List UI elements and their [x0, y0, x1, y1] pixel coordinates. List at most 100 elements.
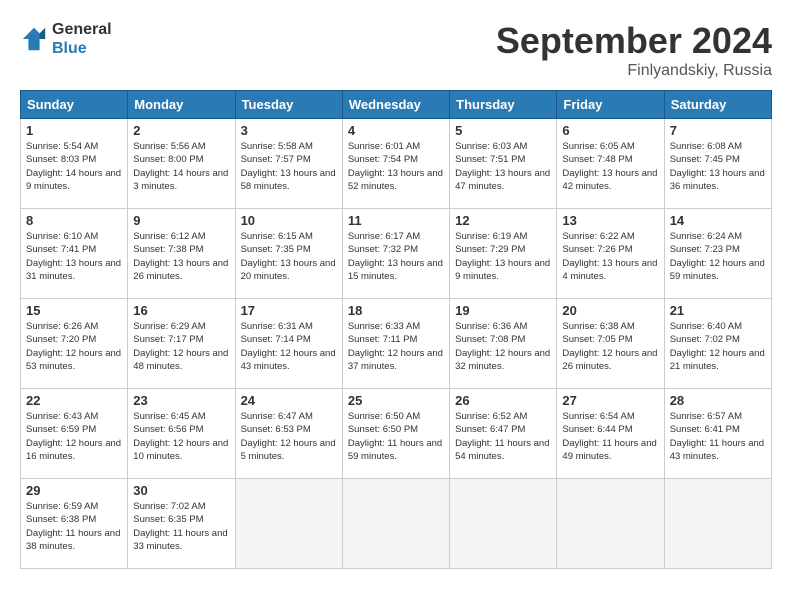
- calendar-cell: 30 Sunrise: 7:02 AMSunset: 6:35 PMDayligh…: [128, 479, 235, 569]
- day-header-saturday: Saturday: [664, 91, 771, 119]
- calendar-cell: 26 Sunrise: 6:52 AMSunset: 6:47 PMDayligh…: [450, 389, 557, 479]
- calendar-cell: 25Sunrise: 6:50 AMSunset: 6:50 PMDayligh…: [342, 389, 449, 479]
- page-header: General Blue September 2024 Finlyandskiy…: [20, 20, 772, 80]
- day-header-sunday: Sunday: [21, 91, 128, 119]
- day-info: Sunrise: 6:57 AMSunset: 6:41 PMDaylight:…: [670, 410, 766, 463]
- calendar-cell: 13 Sunrise: 6:22 AMSunset: 7:26 PMDayligh…: [557, 209, 664, 299]
- day-number: 29: [26, 483, 122, 498]
- calendar-week-5: 29 Sunrise: 6:59 AMSunset: 6:38 PMDayligh…: [21, 479, 772, 569]
- day-number: 7: [670, 123, 766, 138]
- day-number: 5: [455, 123, 551, 138]
- calendar-cell: 19 Sunrise: 6:36 AMSunset: 7:08 PMDayligh…: [450, 299, 557, 389]
- calendar-cell: 21Sunrise: 6:40 AMSunset: 7:02 PMDayligh…: [664, 299, 771, 389]
- day-info: Sunrise: 6:19 AMSunset: 7:29 PMDaylight:…: [455, 230, 551, 283]
- day-number: 11: [348, 213, 444, 228]
- day-info: Sunrise: 7:02 AMSunset: 6:35 PMDaylight:…: [133, 500, 229, 553]
- calendar-cell: 27 Sunrise: 6:54 AMSunset: 6:44 PMDayligh…: [557, 389, 664, 479]
- day-number: 24: [241, 393, 337, 408]
- day-info: Sunrise: 6:52 AMSunset: 6:47 PMDaylight:…: [455, 410, 551, 463]
- calendar-week-3: 15 Sunrise: 6:26 AMSunset: 7:20 PMDayligh…: [21, 299, 772, 389]
- calendar-cell: 24 Sunrise: 6:47 AMSunset: 6:53 PMDayligh…: [235, 389, 342, 479]
- day-number: 12: [455, 213, 551, 228]
- day-info: Sunrise: 6:47 AMSunset: 6:53 PMDaylight:…: [241, 410, 337, 463]
- day-number: 18: [348, 303, 444, 318]
- calendar-cell: [235, 479, 342, 569]
- day-info: Sunrise: 6:38 AMSunset: 7:05 PMDaylight:…: [562, 320, 658, 373]
- day-number: 15: [26, 303, 122, 318]
- day-number: 8: [26, 213, 122, 228]
- calendar-cell: 18 Sunrise: 6:33 AMSunset: 7:11 PMDayligh…: [342, 299, 449, 389]
- day-info: Sunrise: 6:43 AMSunset: 6:59 PMDaylight:…: [26, 410, 122, 463]
- day-info: Sunrise: 6:40 AMSunset: 7:02 PMDaylight:…: [670, 320, 766, 373]
- day-number: 17: [241, 303, 337, 318]
- day-info: Sunrise: 6:15 AMSunset: 7:35 PMDaylight:…: [241, 230, 337, 283]
- day-number: 10: [241, 213, 337, 228]
- day-header-tuesday: Tuesday: [235, 91, 342, 119]
- calendar-header-row: SundayMondayTuesdayWednesdayThursdayFrid…: [21, 91, 772, 119]
- day-number: 28: [670, 393, 766, 408]
- day-header-monday: Monday: [128, 91, 235, 119]
- day-info: Sunrise: 6:01 AMSunset: 7:54 PMDaylight:…: [348, 140, 444, 193]
- logo-general: General: [52, 20, 112, 39]
- logo: General Blue: [20, 20, 112, 58]
- logo-icon: [20, 25, 48, 53]
- day-number: 2: [133, 123, 229, 138]
- calendar-week-1: 1 Sunrise: 5:54 AMSunset: 8:03 PMDaylight…: [21, 119, 772, 209]
- day-number: 30: [133, 483, 229, 498]
- month-title: September 2024: [496, 20, 772, 62]
- day-info: Sunrise: 6:45 AMSunset: 6:56 PMDaylight:…: [133, 410, 229, 463]
- calendar-cell: 3 Sunrise: 5:58 AMSunset: 7:57 PMDaylight…: [235, 119, 342, 209]
- day-number: 25: [348, 393, 444, 408]
- day-info: Sunrise: 6:08 AMSunset: 7:45 PMDaylight:…: [670, 140, 766, 193]
- calendar-cell: 5 Sunrise: 6:03 AMSunset: 7:51 PMDaylight…: [450, 119, 557, 209]
- calendar-cell: 11 Sunrise: 6:17 AMSunset: 7:32 PMDayligh…: [342, 209, 449, 299]
- day-info: Sunrise: 6:36 AMSunset: 7:08 PMDaylight:…: [455, 320, 551, 373]
- calendar-cell: [450, 479, 557, 569]
- day-number: 6: [562, 123, 658, 138]
- day-info: Sunrise: 6:29 AMSunset: 7:17 PMDaylight:…: [133, 320, 229, 373]
- day-info: Sunrise: 6:17 AMSunset: 7:32 PMDaylight:…: [348, 230, 444, 283]
- day-number: 9: [133, 213, 229, 228]
- calendar-cell: 4 Sunrise: 6:01 AMSunset: 7:54 PMDaylight…: [342, 119, 449, 209]
- calendar-cell: 14Sunrise: 6:24 AMSunset: 7:23 PMDayligh…: [664, 209, 771, 299]
- calendar-cell: 10 Sunrise: 6:15 AMSunset: 7:35 PMDayligh…: [235, 209, 342, 299]
- day-number: 3: [241, 123, 337, 138]
- day-info: Sunrise: 6:54 AMSunset: 6:44 PMDaylight:…: [562, 410, 658, 463]
- day-info: Sunrise: 5:54 AMSunset: 8:03 PMDaylight:…: [26, 140, 122, 193]
- calendar-cell: 20 Sunrise: 6:38 AMSunset: 7:05 PMDayligh…: [557, 299, 664, 389]
- calendar-week-2: 8Sunrise: 6:10 AMSunset: 7:41 PMDaylight…: [21, 209, 772, 299]
- day-number: 20: [562, 303, 658, 318]
- calendar-cell: 17 Sunrise: 6:31 AMSunset: 7:14 PMDayligh…: [235, 299, 342, 389]
- day-header-thursday: Thursday: [450, 91, 557, 119]
- day-info: Sunrise: 6:22 AMSunset: 7:26 PMDaylight:…: [562, 230, 658, 283]
- day-info: Sunrise: 5:58 AMSunset: 7:57 PMDaylight:…: [241, 140, 337, 193]
- day-number: 4: [348, 123, 444, 138]
- day-info: Sunrise: 6:31 AMSunset: 7:14 PMDaylight:…: [241, 320, 337, 373]
- calendar-cell: 15 Sunrise: 6:26 AMSunset: 7:20 PMDayligh…: [21, 299, 128, 389]
- day-header-friday: Friday: [557, 91, 664, 119]
- day-number: 22: [26, 393, 122, 408]
- day-number: 1: [26, 123, 122, 138]
- day-info: Sunrise: 6:03 AMSunset: 7:51 PMDaylight:…: [455, 140, 551, 193]
- calendar-table: SundayMondayTuesdayWednesdayThursdayFrid…: [20, 90, 772, 569]
- day-info: Sunrise: 6:33 AMSunset: 7:11 PMDaylight:…: [348, 320, 444, 373]
- calendar-cell: [557, 479, 664, 569]
- day-info: Sunrise: 6:12 AMSunset: 7:38 PMDaylight:…: [133, 230, 229, 283]
- day-header-wednesday: Wednesday: [342, 91, 449, 119]
- calendar-cell: 9 Sunrise: 6:12 AMSunset: 7:38 PMDaylight…: [128, 209, 235, 299]
- calendar-cell: 1 Sunrise: 5:54 AMSunset: 8:03 PMDaylight…: [21, 119, 128, 209]
- location-title: Finlyandskiy, Russia: [496, 62, 772, 80]
- day-info: Sunrise: 6:26 AMSunset: 7:20 PMDaylight:…: [26, 320, 122, 373]
- day-info: Sunrise: 6:59 AMSunset: 6:38 PMDaylight:…: [26, 500, 122, 553]
- title-block: September 2024 Finlyandskiy, Russia: [496, 20, 772, 80]
- day-number: 26: [455, 393, 551, 408]
- calendar-cell: 8Sunrise: 6:10 AMSunset: 7:41 PMDaylight…: [21, 209, 128, 299]
- calendar-cell: [664, 479, 771, 569]
- day-info: Sunrise: 6:05 AMSunset: 7:48 PMDaylight:…: [562, 140, 658, 193]
- day-number: 27: [562, 393, 658, 408]
- calendar-cell: 6 Sunrise: 6:05 AMSunset: 7:48 PMDaylight…: [557, 119, 664, 209]
- day-number: 19: [455, 303, 551, 318]
- calendar-cell: 28 Sunrise: 6:57 AMSunset: 6:41 PMDayligh…: [664, 389, 771, 479]
- day-number: 13: [562, 213, 658, 228]
- calendar-week-4: 22 Sunrise: 6:43 AMSunset: 6:59 PMDayligh…: [21, 389, 772, 479]
